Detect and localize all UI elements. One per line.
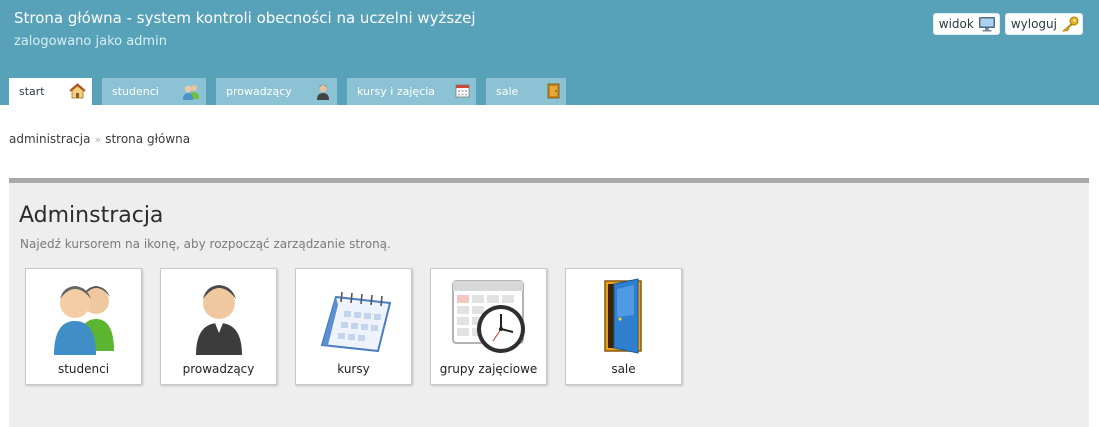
main-nav-tabs: start studenci prowadzący kursy i zajęci… — [9, 78, 566, 105]
tile-students[interactable]: studenci — [25, 268, 142, 385]
tab-courses[interactable]: kursy i zajęcia — [347, 78, 476, 105]
tab-courses-label: kursy i zajęcia — [357, 85, 435, 98]
users-icon — [183, 85, 199, 100]
tab-students-label: studenci — [112, 85, 159, 98]
view-button[interactable]: widok — [932, 13, 1000, 35]
breadcrumb-separator: » — [94, 133, 102, 146]
tab-students[interactable]: studenci — [102, 78, 206, 105]
tile-class-groups[interactable]: grupy zajęciowe — [430, 268, 547, 385]
tab-rooms-label: sale — [496, 85, 519, 98]
tile-rooms-label: sale — [611, 362, 636, 376]
tile-teachers-label: prowadzący — [182, 362, 255, 376]
tile-students-label: studenci — [57, 362, 110, 376]
tile-courses[interactable]: kursy — [295, 268, 412, 385]
tile-courses-label: kursy — [337, 362, 370, 376]
door-icon — [547, 83, 560, 99]
panel-subtitle: Najedź kursorem na ikonę, aby rozpocząć … — [20, 237, 391, 251]
tab-start[interactable]: start — [9, 78, 92, 105]
home-icon — [69, 83, 86, 99]
door-icon — [603, 278, 642, 354]
site-title: Strona główna - system kontroli obecnośc… — [14, 9, 476, 27]
tab-teachers-label: prowadzący — [226, 85, 292, 98]
tab-rooms[interactable]: sale — [486, 78, 566, 105]
key-icon — [1061, 16, 1079, 32]
tile-rooms[interactable]: sale — [565, 268, 682, 385]
panel-title: Adminstracja — [19, 203, 164, 228]
logout-button-label: wyloguj — [1010, 17, 1057, 31]
calendar-icon — [320, 291, 391, 353]
teacher-icon — [317, 84, 329, 100]
tab-teachers[interactable]: prowadzący — [216, 78, 337, 105]
schedule-clock-icon — [451, 280, 525, 353]
teacher-icon — [195, 285, 242, 355]
admin-panel: Adminstracja Najedź kursorem na ikonę, a… — [9, 178, 1089, 427]
monitor-icon — [978, 17, 995, 32]
view-button-label: widok — [938, 17, 974, 31]
login-info: zalogowano jako admin — [14, 34, 167, 49]
header: Strona główna - system kontroli obecnośc… — [0, 0, 1099, 105]
tab-start-label: start — [19, 85, 45, 98]
breadcrumb-item-administration[interactable]: administracja — [9, 132, 90, 146]
tile-teachers[interactable]: prowadzący — [160, 268, 277, 385]
calendar-icon — [455, 84, 470, 98]
breadcrumb-item-current: strona główna — [105, 132, 191, 146]
top-actions: widok wyloguj — [932, 13, 1083, 35]
breadcrumb: administracja » strona główna — [9, 132, 190, 146]
logout-button[interactable]: wyloguj — [1004, 13, 1083, 35]
users-icon — [53, 286, 114, 355]
tile-class-groups-label: grupy zajęciowe — [439, 362, 538, 376]
